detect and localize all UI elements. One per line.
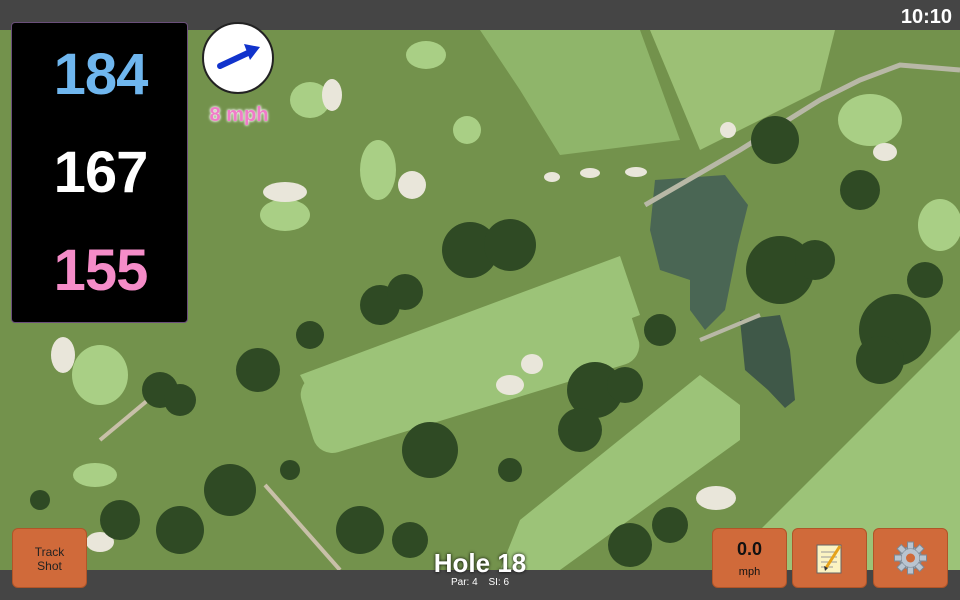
speed-value: 0.0 bbox=[736, 539, 763, 559]
hole-par: Par: 4 bbox=[450, 577, 478, 588]
gear-icon bbox=[894, 541, 927, 575]
notes-button[interactable] bbox=[792, 528, 867, 588]
settings-button[interactable] bbox=[873, 528, 948, 588]
track-shot-label-line1: Track bbox=[34, 545, 65, 559]
wind-speed-label: 8 mph bbox=[209, 104, 269, 126]
wind-indicator bbox=[202, 22, 274, 94]
distance-back: 184 bbox=[53, 42, 149, 107]
notepad-icon bbox=[816, 544, 842, 574]
track-shot-label-line2: Shot bbox=[37, 559, 62, 573]
speed-button[interactable]: 0.0 mph bbox=[712, 528, 787, 588]
distance-middle: 167 bbox=[53, 140, 149, 205]
distance-panel: 184 167 155 bbox=[11, 22, 188, 323]
hole-title: Hole 18 bbox=[433, 548, 527, 578]
speed-unit: mph bbox=[738, 566, 761, 578]
track-shot-button[interactable]: Track Shot bbox=[12, 528, 87, 588]
arrow-icon bbox=[217, 44, 260, 69]
distance-front: 155 bbox=[53, 238, 149, 303]
hole-stroke-index: SI: 6 bbox=[488, 577, 510, 588]
hole-info: Par: 4 SI: 6 bbox=[380, 577, 580, 588]
clock: 10:10 bbox=[900, 6, 952, 28]
